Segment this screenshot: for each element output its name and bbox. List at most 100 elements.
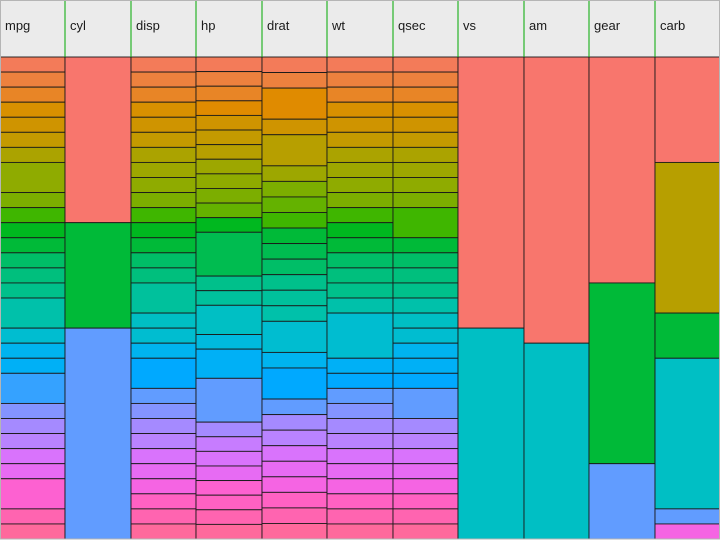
segment-mpg-7 xyxy=(0,146,66,163)
segment-drat-3 xyxy=(261,87,328,120)
segment-wt-29 xyxy=(326,508,394,525)
segment-hp-27 xyxy=(195,523,263,540)
segment-mpg-26 xyxy=(0,478,66,510)
segment-mpg-12 xyxy=(0,237,66,254)
segment-hp-18 xyxy=(195,348,263,379)
segment-disp-26 xyxy=(130,463,197,480)
segment-qsec-15 xyxy=(392,282,459,299)
segment-mpg-16 xyxy=(0,297,66,329)
segment-wt-6 xyxy=(326,131,394,148)
segment-drat-1 xyxy=(261,56,328,74)
segment-cyl-3 xyxy=(64,327,132,540)
segment-drat-16 xyxy=(261,320,328,353)
stacked-mosaic-chart: mpg cyl disp hp drat wt qsec vs am gear carb xyxy=(0,0,720,540)
column-header-cyl: cyl xyxy=(70,18,86,33)
segment-disp-15 xyxy=(130,267,197,284)
column-header-am: am xyxy=(529,18,547,33)
segment-mpg-23 xyxy=(0,433,66,450)
segment-drat-4 xyxy=(261,118,328,136)
segment-drat-15 xyxy=(261,305,328,322)
segment-drat-7 xyxy=(261,180,328,198)
segment-hp-16 xyxy=(195,304,263,335)
segment-mpg-15 xyxy=(0,282,66,299)
segment-hp-8 xyxy=(195,158,263,175)
segment-disp-16 xyxy=(130,282,197,314)
segment-drat-24 xyxy=(261,476,328,493)
segment-qsec-23 xyxy=(392,418,459,435)
segment-wt-30 xyxy=(326,523,394,540)
segment-hp-6 xyxy=(195,129,263,146)
segment-wt-10 xyxy=(326,192,394,209)
segment-disp-25 xyxy=(130,448,197,465)
segment-wt-21 xyxy=(326,387,394,404)
segment-qsec-30 xyxy=(392,523,459,540)
segment-mpg-24 xyxy=(0,448,66,465)
segment-mpg-9 xyxy=(0,192,66,209)
segment-carb-2 xyxy=(654,161,720,314)
segment-drat-20 xyxy=(261,414,328,431)
segment-qsec-2 xyxy=(392,71,459,88)
segment-hp-26 xyxy=(195,509,263,525)
segment-wt-1 xyxy=(326,56,394,73)
segment-drat-6 xyxy=(261,165,328,182)
column-header-gear: gear xyxy=(594,18,621,33)
segment-qsec-27 xyxy=(392,478,459,495)
segment-qsec-26 xyxy=(392,463,459,480)
segment-hp-23 xyxy=(195,465,263,482)
segment-wt-16 xyxy=(326,282,394,299)
segment-wt-7 xyxy=(326,146,394,163)
segment-mpg-25 xyxy=(0,463,66,480)
segment-disp-28 xyxy=(130,493,197,510)
segment-carb-3 xyxy=(654,312,720,359)
segment-mpg-1 xyxy=(0,56,66,73)
segment-mpg-28 xyxy=(0,523,66,540)
segment-wt-19 xyxy=(326,357,394,374)
segment-drat-19 xyxy=(261,398,328,416)
segment-drat-11 xyxy=(261,243,328,260)
segment-qsec-22 xyxy=(392,387,459,419)
segment-hp-2 xyxy=(195,71,263,87)
segment-carb-1 xyxy=(654,56,720,163)
segment-disp-14 xyxy=(130,252,197,269)
segment-disp-7 xyxy=(130,146,197,163)
column-header-carb: carb xyxy=(660,18,685,33)
segment-wt-14 xyxy=(326,252,394,269)
segment-disp-9 xyxy=(130,177,197,194)
segment-qsec-14 xyxy=(392,267,459,284)
segment-wt-25 xyxy=(326,448,394,465)
segment-disp-29 xyxy=(130,508,197,525)
segment-wt-8 xyxy=(326,161,394,178)
segment-wt-24 xyxy=(326,433,394,450)
segment-disp-20 xyxy=(130,357,197,389)
segment-carb-4 xyxy=(654,357,720,510)
segment-drat-23 xyxy=(261,460,328,478)
segment-cyl-1 xyxy=(64,56,132,224)
segment-wt-3 xyxy=(326,86,394,103)
segment-hp-4 xyxy=(195,100,263,116)
segment-mpg-3 xyxy=(0,86,66,103)
segment-wt-28 xyxy=(326,493,394,510)
column-header-mpg: mpg xyxy=(5,18,30,33)
segment-mpg-4 xyxy=(0,101,66,118)
segment-drat-26 xyxy=(261,507,328,524)
segment-drat-12 xyxy=(261,258,328,276)
segment-disp-18 xyxy=(130,327,197,344)
segment-wt-12 xyxy=(326,222,394,239)
segment-disp-24 xyxy=(130,433,197,450)
segment-disp-8 xyxy=(130,161,197,178)
segment-hp-19 xyxy=(195,377,263,423)
segment-qsec-28 xyxy=(392,493,459,510)
segment-mpg-14 xyxy=(0,267,66,284)
segment-mpg-2 xyxy=(0,71,66,88)
segment-qsec-8 xyxy=(392,161,459,178)
segment-disp-19 xyxy=(130,342,197,359)
chart-container: mpg cyl disp hp drat wt qsec vs am gear carb xyxy=(0,0,720,542)
segment-hp-17 xyxy=(195,334,263,350)
segment-drat-13 xyxy=(261,274,328,291)
segment-qsec-24 xyxy=(392,433,459,450)
segment-qsec-10 xyxy=(392,192,459,209)
segment-qsec-29 xyxy=(392,508,459,525)
segment-mpg-10 xyxy=(0,207,66,224)
column-header-disp: disp xyxy=(136,18,160,33)
segment-gear-1 xyxy=(588,56,656,284)
